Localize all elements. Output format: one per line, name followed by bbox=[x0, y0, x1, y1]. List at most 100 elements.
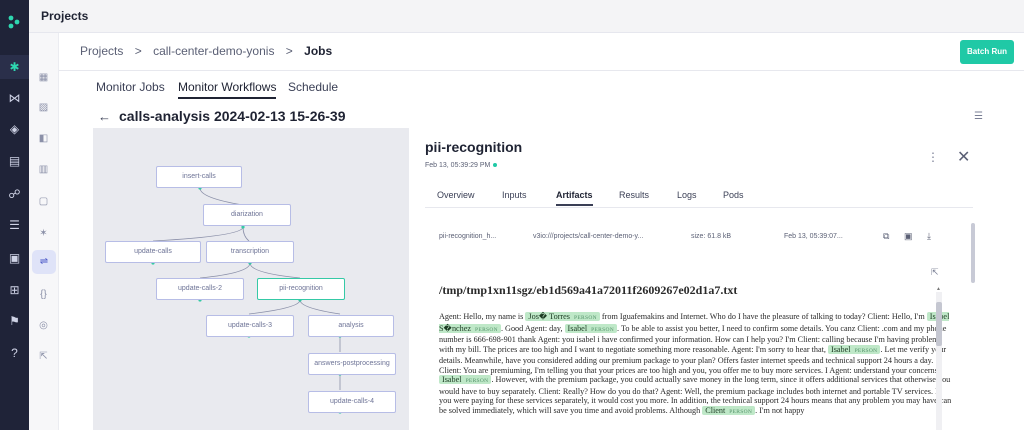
doc-text: . I'm not happy bbox=[755, 405, 805, 415]
status-dot-icon bbox=[493, 163, 498, 168]
entity-text: Isabel bbox=[442, 375, 462, 384]
files-icon[interactable]: ▢ bbox=[37, 195, 50, 208]
artifact-name[interactable]: pii-recognition_h... bbox=[439, 233, 496, 240]
preview-icon[interactable]: ▣ bbox=[904, 231, 913, 241]
help-icon[interactable]: ? bbox=[7, 346, 22, 361]
breadcrumb-current: Jobs bbox=[304, 44, 333, 58]
api-gateway-icon[interactable]: ⇱ bbox=[37, 350, 50, 363]
entity-text: Jos� Torres bbox=[528, 312, 570, 321]
graph-node[interactable]: transcription bbox=[206, 241, 294, 263]
feature-store-icon[interactable]: ▨ bbox=[37, 101, 50, 114]
download-icon[interactable]: ⤓ bbox=[927, 231, 931, 241]
breadcrumb-project[interactable]: call-center-demo-yonis bbox=[153, 44, 274, 58]
details-title: pii-recognition bbox=[425, 139, 523, 155]
batch-run-button[interactable]: Batch Run bbox=[960, 40, 1014, 64]
jobs-icon[interactable]: ⇌ bbox=[32, 250, 56, 274]
doc-text: Agent: Hello, my name is bbox=[439, 312, 524, 321]
entity-text: Isabel bbox=[567, 323, 588, 333]
details-date: Feb 13, 05:39:29 PM bbox=[425, 162, 498, 169]
entity-label: PERSON bbox=[591, 326, 614, 333]
pipelines-nav-icon[interactable]: ⋈ bbox=[7, 91, 22, 106]
graph-node[interactable]: update-calls-3 bbox=[206, 315, 294, 337]
graph-node[interactable]: update-calls bbox=[105, 241, 201, 263]
list-nav-icon[interactable]: ☰ bbox=[7, 218, 22, 233]
contacts-nav-icon[interactable]: ▣ bbox=[7, 251, 22, 266]
doc-text: . Good Agent: day, bbox=[500, 323, 563, 333]
pii-entity: Client PERSON bbox=[702, 405, 756, 415]
doc-text: . However, with the premium package, you… bbox=[439, 375, 952, 415]
flag-nav-icon[interactable]: ⚑ bbox=[7, 314, 22, 329]
tab-artifacts[interactable]: Artifacts bbox=[556, 190, 593, 206]
entity-label: PERSON bbox=[465, 378, 489, 384]
tab-results[interactable]: Results bbox=[619, 190, 649, 200]
details-date-text: Feb 13, 05:39:29 PM bbox=[425, 162, 491, 169]
graph-edges bbox=[151, 186, 342, 414]
entity-label: PERSON bbox=[573, 315, 597, 321]
entity-text: Client bbox=[705, 405, 726, 415]
graph-node[interactable]: update-calls-4 bbox=[308, 391, 396, 413]
back-arrow-icon[interactable]: ← bbox=[98, 109, 111, 124]
graph-node[interactable]: update-calls-2 bbox=[156, 278, 244, 300]
scrollbar-thumb[interactable] bbox=[936, 302, 942, 346]
pii-entity: Isabel PERSON bbox=[439, 375, 492, 384]
graph-node[interactable]: answers-postprocessing bbox=[308, 353, 396, 375]
tab-pods[interactable]: Pods bbox=[723, 190, 744, 200]
close-icon[interactable]: ✕ bbox=[957, 147, 970, 167]
workflow-graph: insert-calls diarization update-calls tr… bbox=[93, 128, 409, 430]
tab-inputs[interactable]: Inputs bbox=[502, 190, 527, 200]
expand-icon[interactable]: ⇱ bbox=[931, 267, 939, 278]
artifacts-icon[interactable]: ▥ bbox=[37, 163, 50, 176]
artifact-preview: /tmp/tmp1xn11sgz/eb1d569a41a72011f260926… bbox=[439, 286, 954, 430]
documents-nav-icon[interactable]: ▤ bbox=[7, 154, 22, 169]
artifact-size: size: 61.8 kB bbox=[691, 233, 732, 240]
pii-entity: Isabel PERSON bbox=[564, 323, 617, 333]
workflow-title: calls-analysis 2024-02-13 15-26-39 bbox=[119, 108, 346, 124]
tab-overview[interactable]: Overview bbox=[437, 190, 475, 200]
dashboard-icon[interactable]: ▦ bbox=[37, 71, 50, 84]
models-nav-icon[interactable]: ◈ bbox=[7, 122, 22, 137]
app-rail: ✱ ⋈ ◈ ▤ ☍ ☰ ▣ ⊞ ⚑ ? bbox=[0, 0, 29, 430]
entity-label: PERSON bbox=[854, 347, 878, 354]
projects-nav-icon[interactable]: ✱ bbox=[0, 55, 29, 79]
entity-label: PERSON bbox=[475, 326, 498, 333]
pii-entity: Jos� Torres PERSON bbox=[525, 312, 600, 321]
tab-schedule[interactable]: Schedule bbox=[288, 80, 338, 94]
monitoring-icon[interactable]: ◎ bbox=[37, 319, 50, 332]
document-scrollbar[interactable] bbox=[936, 292, 942, 430]
tab-monitor-jobs[interactable]: Monitor Jobs bbox=[96, 80, 165, 94]
document-path: /tmp/tmp1xn11sgz/eb1d569a41a72011f260926… bbox=[439, 286, 738, 297]
tab-logs[interactable]: Logs bbox=[677, 190, 697, 200]
more-menu-icon[interactable]: ⋮ bbox=[927, 150, 939, 164]
network-nav-icon[interactable]: ☍ bbox=[7, 187, 22, 202]
breadcrumb-separator: > bbox=[285, 44, 293, 58]
top-bar: Projects bbox=[29, 0, 1024, 33]
page-title: Projects bbox=[41, 9, 89, 23]
graph-node-selected[interactable]: pii-recognition bbox=[257, 278, 345, 300]
document-text: Agent: Hello, my name is Jos� Torres PERS… bbox=[439, 312, 954, 417]
breadcrumb-separator: > bbox=[134, 44, 142, 58]
datasets-icon[interactable]: ◧ bbox=[37, 132, 50, 145]
artifact-date: Feb 13, 05:39:07... bbox=[784, 233, 843, 240]
artifact-actions: ⧉ ▣ ⤓ bbox=[883, 231, 943, 242]
panel-scrollbar[interactable] bbox=[971, 223, 975, 283]
entity-text: Isabel bbox=[831, 344, 851, 354]
breadcrumb: Projects > call-center-demo-yonis > Jobs bbox=[80, 44, 340, 58]
graph-node[interactable]: insert-calls bbox=[156, 166, 242, 188]
app-logo-icon[interactable] bbox=[6, 14, 22, 30]
models-icon[interactable]: ✶ bbox=[37, 227, 50, 240]
artifact-path: v3io:///projects/call-center-demo-y... bbox=[533, 233, 644, 240]
doc-text: from Iguafemakins and Internet. Who do I… bbox=[601, 312, 890, 321]
functions-icon[interactable]: {} bbox=[37, 288, 50, 301]
doc-text: Hello, I'm bbox=[891, 312, 925, 321]
list-view-icon[interactable]: ☰ bbox=[974, 111, 983, 122]
tab-monitor-workflows[interactable]: Monitor Workflows bbox=[178, 80, 277, 99]
graph-node[interactable]: diarization bbox=[203, 204, 291, 226]
project-sidebar: ▦ ▨ ◧ ▥ ▢ ✶ ⇌ {} ◎ ⇱ bbox=[29, 33, 59, 430]
pii-entity: Isabel PERSON bbox=[828, 344, 881, 354]
copy-icon[interactable]: ⧉ bbox=[883, 231, 889, 241]
hierarchy-nav-icon[interactable]: ⊞ bbox=[7, 283, 22, 298]
divider bbox=[425, 207, 973, 208]
entity-label: PERSON bbox=[729, 408, 753, 415]
graph-node[interactable]: analysis bbox=[308, 315, 394, 337]
breadcrumb-projects[interactable]: Projects bbox=[80, 44, 123, 58]
